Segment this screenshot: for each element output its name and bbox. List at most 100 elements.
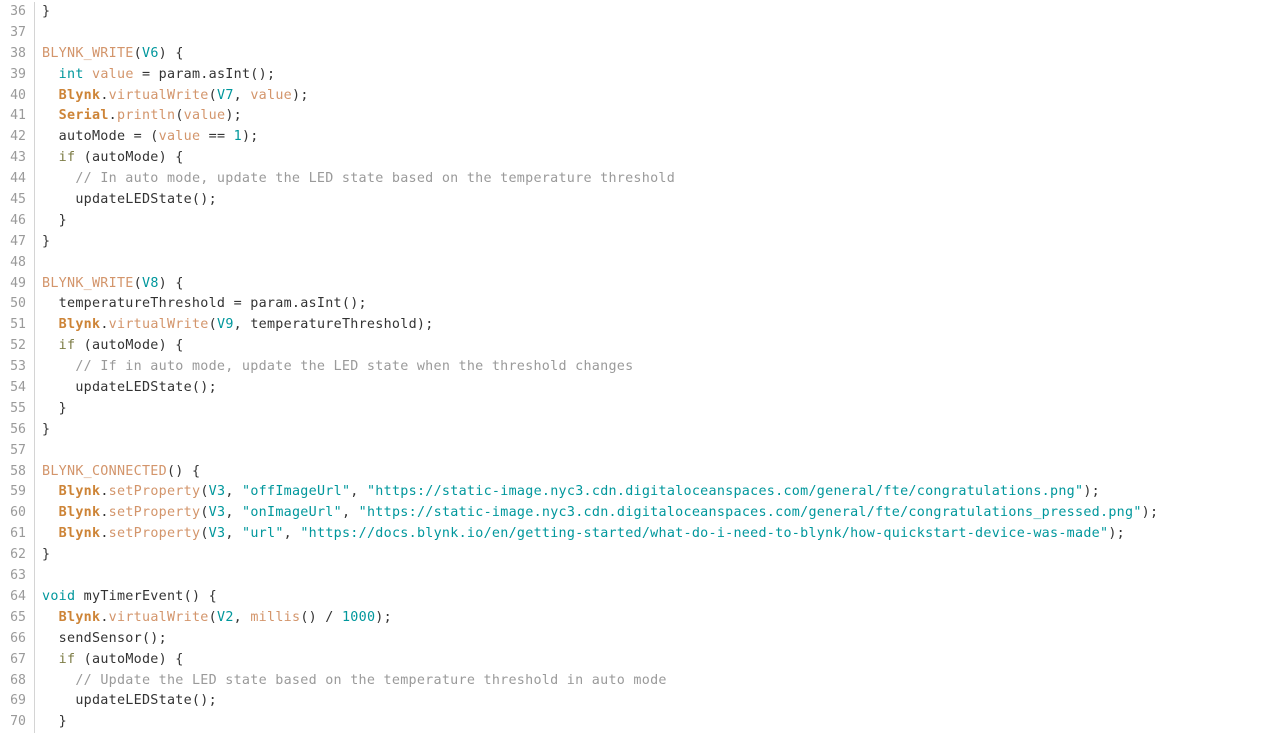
code-line-text[interactable]: Blynk.virtualWrite(V7, value); (35, 86, 1261, 107)
line-number: 62 (10, 547, 26, 563)
token-plain: , temperatureThreshold); (233, 317, 434, 333)
code-line-text[interactable]: Serial.println(value); (35, 106, 1261, 127)
code-line[interactable]: 64 void myTimerEvent() { (0, 586, 1261, 608)
code-line[interactable]: 68 // Update the LED state based on the … (0, 670, 1261, 692)
code-line-text[interactable]: void myTimerEvent() { (35, 587, 1261, 608)
code-line-text[interactable]: Blynk.virtualWrite(V9, temperatureThresh… (35, 315, 1261, 336)
token-num: V7 (216, 87, 234, 103)
token-object: Serial (58, 108, 109, 124)
token-plain: ); (225, 108, 242, 124)
line-number: 58 (10, 463, 26, 479)
code-line-text[interactable]: // If in auto mode, update the LED state… (35, 357, 1261, 378)
token-plain: . (100, 87, 109, 103)
code-line-text[interactable]: // In auto mode, update the LED state ba… (35, 169, 1261, 190)
code-line[interactable]: 50 temperatureThreshold = param.asInt(); (0, 294, 1261, 316)
code-line-text[interactable]: updateLEDState(); (35, 190, 1261, 211)
token-plain: . (100, 484, 109, 500)
token-num: V3 (208, 484, 226, 500)
line-number: 53 (10, 359, 26, 375)
line-number: 39 (10, 66, 26, 82)
code-line[interactable]: 56} (0, 419, 1261, 441)
code-editor[interactable]: 36} 37 38 BLYNK_WRITE(V6) {39 int value = p… (0, 0, 1261, 736)
code-line-text[interactable]: BLYNK_WRITE(V8) { (35, 274, 1261, 295)
code-line-text[interactable]: // Update the LED state based on the tem… (35, 671, 1261, 692)
code-line[interactable]: 40 Blynk.virtualWrite(V7, value); (0, 85, 1261, 107)
code-line-text[interactable]: Blynk.setProperty(V3, "offImageUrl", "ht… (35, 482, 1261, 503)
code-line-text[interactable]: Blynk.virtualWrite(V2, millis() / 1000); (35, 608, 1261, 629)
code-lines-container[interactable]: 36} 37 38 BLYNK_WRITE(V6) {39 int value = p… (0, 0, 1261, 734)
code-line[interactable]: 37 (0, 22, 1261, 44)
code-line-text[interactable]: int value = param.asInt(); (35, 65, 1261, 86)
code-line-text[interactable]: if (autoMode) { (35, 336, 1261, 357)
token-str: "https://static-image.nyc3.cdn.digitaloc… (366, 484, 1084, 500)
code-line[interactable]: 45 updateLEDState(); (0, 190, 1261, 211)
token-plain: ( (200, 505, 209, 521)
code-line-text[interactable]: BLYNK_WRITE(V6) { (35, 44, 1261, 65)
code-line-text[interactable]: } (35, 712, 1261, 733)
line-number: 43 (10, 150, 26, 166)
code-line[interactable]: 63 (0, 566, 1261, 587)
code-line-text[interactable]: } (35, 232, 1261, 253)
token-plain: () { (166, 463, 201, 479)
code-line[interactable]: 58 BLYNK_CONNECTED() { (0, 461, 1261, 483)
token-plain: ); (1108, 526, 1125, 542)
code-line-text[interactable]: updateLEDState(); (35, 378, 1261, 399)
code-line-text[interactable]: temperatureThreshold = param.asInt(); (35, 294, 1261, 315)
token-plain: ( (208, 609, 217, 625)
code-line[interactable]: 52 if (autoMode) { (0, 336, 1261, 358)
code-line[interactable]: 60 Blynk.setProperty(V3, "onImageUrl", "… (0, 503, 1261, 525)
code-line-text[interactable]: } (35, 545, 1261, 566)
gutter-separator (34, 566, 35, 587)
code-line[interactable]: 70 } (0, 712, 1261, 734)
code-line[interactable]: 69 updateLEDState(); (0, 691, 1261, 713)
code-line[interactable]: 44 // In auto mode, update the LED state… (0, 169, 1261, 191)
token-method: println (117, 108, 176, 124)
code-line[interactable]: 55 } (0, 398, 1261, 420)
code-line-text[interactable]: if (autoMode) { (35, 148, 1261, 169)
code-line[interactable]: 48 (0, 252, 1261, 274)
code-line[interactable]: 57 (0, 440, 1261, 462)
code-line[interactable]: 49 BLYNK_WRITE(V8) { (0, 273, 1261, 295)
code-line[interactable]: 53 // If in auto mode, update the LED st… (0, 357, 1261, 379)
line-number: 50 (10, 296, 26, 312)
code-line-text[interactable]: Blynk.setProperty(V3, "onImageUrl", "htt… (35, 503, 1261, 524)
code-line-text[interactable]: Blynk.setProperty(V3, "url", "https://do… (35, 524, 1261, 545)
code-line[interactable]: 51 Blynk.virtualWrite(V9, temperatureThr… (0, 315, 1261, 337)
token-plain: } (42, 547, 51, 563)
code-line[interactable]: 59 Blynk.setProperty(V3, "offImageUrl", … (0, 482, 1261, 504)
code-line[interactable]: 42 autoMode = (value == 1); (0, 127, 1261, 149)
code-line[interactable]: 67 if (autoMode) { (0, 649, 1261, 671)
code-line-text[interactable]: } (35, 211, 1261, 232)
code-line-text[interactable]: } (35, 399, 1261, 420)
code-line-text[interactable]: if (autoMode) { (35, 650, 1261, 671)
code-line-text[interactable]: } (35, 420, 1261, 441)
code-line[interactable]: 47} (0, 231, 1261, 253)
code-line-text[interactable]: autoMode = (value == 1); (35, 127, 1261, 148)
code-line[interactable]: 61 Blynk.setProperty(V3, "url", "https:/… (0, 524, 1261, 546)
line-number: 41 (10, 108, 26, 124)
token-plain: ( (133, 275, 142, 291)
code-line[interactable]: 41 Serial.println(value); (0, 106, 1261, 128)
token-plain: , (225, 505, 242, 521)
line-number: 52 (10, 338, 26, 354)
code-line-text[interactable]: } (35, 2, 1261, 23)
token-plain: } (42, 714, 67, 730)
token-comment: // Update the LED state based on the tem… (75, 672, 667, 688)
code-line[interactable]: 66 sendSensor(); (0, 628, 1261, 650)
code-line[interactable]: 36} (0, 2, 1261, 23)
code-line[interactable]: 46 } (0, 210, 1261, 232)
code-line[interactable]: 43 if (autoMode) { (0, 148, 1261, 170)
code-line-text[interactable]: BLYNK_CONNECTED() { (35, 462, 1261, 483)
code-line[interactable]: 38 BLYNK_WRITE(V6) { (0, 43, 1261, 65)
token-plain: myTimerEvent() { (75, 588, 217, 604)
code-line[interactable]: 54 updateLEDState(); (0, 378, 1261, 399)
code-line[interactable]: 39 int value = param.asInt(); (0, 64, 1261, 86)
code-line-text[interactable]: sendSensor(); (35, 629, 1261, 650)
code-line[interactable]: 65 Blynk.virtualWrite(V2, millis() / 100… (0, 607, 1261, 629)
code-line-text[interactable]: updateLEDState(); (35, 691, 1261, 712)
token-plain: , (225, 526, 242, 542)
code-line[interactable]: 62} (0, 545, 1261, 567)
token-str: "https://docs.blynk.io/en/getting-starte… (300, 526, 1109, 542)
